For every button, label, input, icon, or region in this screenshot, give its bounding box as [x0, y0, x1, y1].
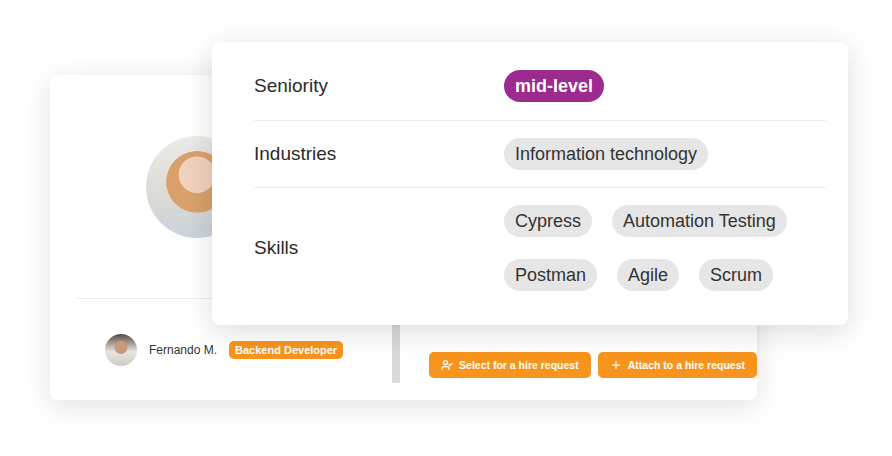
candidate-name: Fernando M. [149, 343, 217, 357]
role-badge: Backend Developer [229, 341, 343, 359]
tag-list: Information technology [504, 138, 826, 170]
plus-icon [610, 359, 622, 371]
action-button[interactable]: Attach to a hire request [598, 352, 757, 378]
tag: Information technology [504, 138, 708, 170]
tag: Cypress [504, 205, 592, 237]
page: Fernando M. Backend Developer Select for a… [0, 0, 892, 456]
scroll-strip [392, 325, 400, 383]
detail-row: Senioritymid-level [254, 70, 826, 121]
profile-details-card: Senioritymid-levelIndustriesInformation … [212, 42, 848, 325]
detail-label: Industries [254, 143, 504, 165]
detail-label: Skills [254, 237, 504, 259]
tag: Postman [504, 259, 597, 291]
detail-label: Seniority [254, 75, 504, 97]
user-check-icon [441, 359, 453, 371]
tag-list: Cypress Automation Testing Postman Agile Scr… [504, 205, 826, 291]
action-button[interactable]: Select for a hire request [429, 352, 591, 378]
tag: Scrum [699, 259, 773, 291]
detail-row: SkillsCypress Automation Testing Postman Ag… [254, 188, 826, 308]
action-buttons: Select for a hire request Attach to a hir… [429, 352, 757, 378]
tag: Automation Testing [612, 205, 787, 237]
tag: Agile [617, 259, 679, 291]
tag: mid-level [504, 70, 604, 102]
tag-list: mid-level [504, 70, 826, 102]
detail-row: IndustriesInformation technology [254, 121, 826, 188]
candidate-avatar [105, 334, 137, 366]
